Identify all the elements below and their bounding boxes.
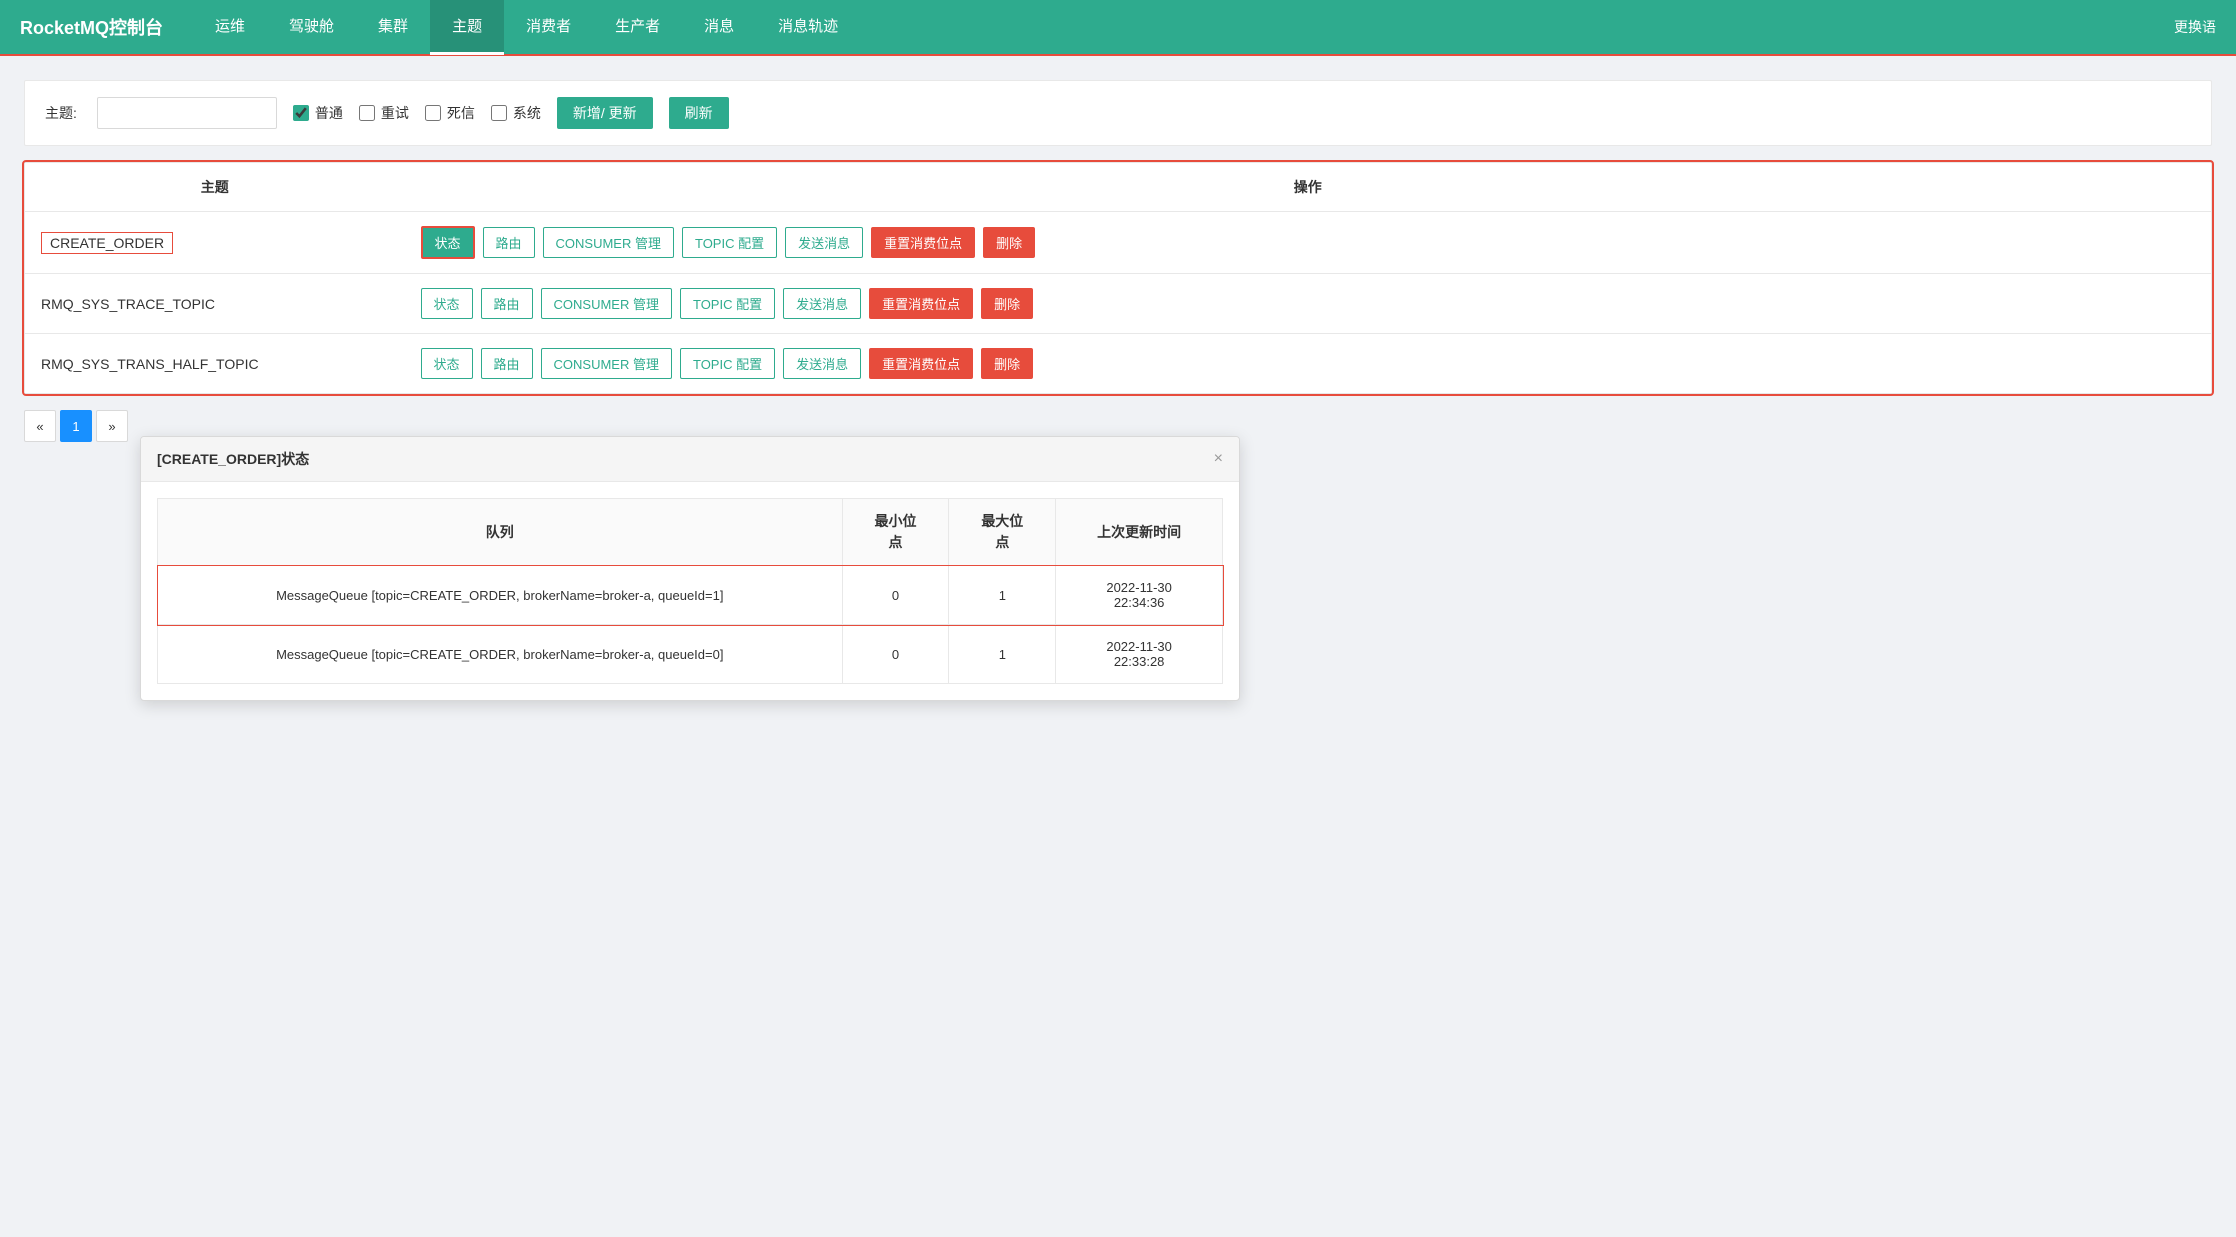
navbar-brand: RocketMQ控制台 [20, 14, 163, 40]
modal-table-row: MessageQueue [topic=CREATE_ORDER, broker… [158, 566, 1223, 625]
btn-删除[interactable]: 删除 [983, 227, 1035, 258]
checkbox-系统[interactable]: 系统 [491, 103, 541, 123]
topic-name: RMQ_SYS_TRANS_HALF_TOPIC [41, 356, 259, 372]
page-next-button[interactable]: » [96, 410, 128, 442]
filter-label: 主题: [45, 103, 77, 123]
modal-max-offset: 1 [949, 625, 1056, 684]
btn-重置消费位点[interactable]: 重置消费位点 [871, 227, 975, 258]
modal-last-update: 2022-11-30 22:33:28 [1056, 625, 1223, 684]
nav-item-producer[interactable]: 生产者 [593, 0, 682, 55]
checkbox-重试[interactable]: 重试 [359, 103, 409, 123]
btn-发送消息[interactable]: 发送消息 [785, 227, 863, 258]
filter-bar: 主题: 普通重试死信系统新增/ 更新 刷新 [24, 80, 2212, 146]
btn-CONSUMER_管理[interactable]: CONSUMER 管理 [541, 288, 672, 319]
topic-name: CREATE_ORDER [41, 232, 173, 254]
btn-CONSUMER_管理[interactable]: CONSUMER 管理 [543, 227, 674, 258]
nav-item-ops[interactable]: 运维 [193, 0, 267, 55]
btn-TOPIC_配置[interactable]: TOPIC 配置 [680, 288, 775, 319]
modal-table: 队列 最小位 点 最大位 点 上次更新时间 MessageQueue [topi… [157, 498, 1223, 684]
modal-col-update: 上次更新时间 [1056, 499, 1223, 566]
modal-queue-cell: MessageQueue [topic=CREATE_ORDER, broker… [158, 566, 843, 625]
table-row: RMQ_SYS_TRACE_TOPIC 状态路由 CONSUMER 管理 TOPIC … [25, 274, 2212, 334]
modal-table-row: MessageQueue [topic=CREATE_ORDER, broker… [158, 625, 1223, 684]
nav-item-message[interactable]: 消息 [682, 0, 756, 55]
modal-queue-cell: MessageQueue [topic=CREATE_ORDER, broker… [158, 625, 843, 684]
modal-last-update: 2022-11-30 22:34:36 [1056, 566, 1223, 625]
topic-table: 主题 操作 CREATE_ORDER状态路由CONSUMER 管理TOPIC 配… [24, 162, 2212, 394]
navbar-menu: 运维驾驶舱集群主题消费者生产者消息消息轨迹 [193, 0, 2174, 55]
modal-min-offset: 0 [842, 625, 949, 684]
main-content: 主题: 普通重试死信系统新增/ 更新 刷新 主题 操作 CREATE_ORDER… [0, 56, 2236, 1237]
nav-item-cluster[interactable]: 集群 [356, 0, 430, 55]
nav-item-topic[interactable]: 主题 [430, 0, 504, 55]
btn-发送消息[interactable]: 发送消息 [783, 348, 861, 379]
modal-title: [CREATE_ORDER]状态 [157, 449, 309, 469]
refresh-button[interactable]: 刷新 [669, 97, 729, 129]
checkbox-死信[interactable]: 死信 [425, 103, 475, 123]
navbar-lang-switch[interactable]: 更换语 [2174, 17, 2216, 37]
modal-min-offset: 0 [842, 566, 949, 625]
nav-item-consumer[interactable]: 消费者 [504, 0, 593, 55]
btn-路由[interactable]: 路由 [481, 348, 533, 379]
btn-status-active[interactable]: 状态 [421, 226, 475, 259]
table-header-action: 操作 [405, 163, 2212, 212]
action-buttons: 状态路由 CONSUMER 管理 TOPIC 配置发送消息重置消费位点删除 [421, 288, 2196, 319]
btn-重置消费位点[interactable]: 重置消费位点 [869, 348, 973, 379]
modal-header: [CREATE_ORDER]状态 × [141, 437, 1239, 482]
add-update-button[interactable]: 新增/ 更新 [557, 97, 653, 129]
modal-close-button[interactable]: × [1214, 451, 1223, 467]
action-buttons: 状态路由 CONSUMER 管理 TOPIC 配置发送消息重置消费位点删除 [421, 348, 2196, 379]
nav-item-dashboard[interactable]: 驾驶舱 [267, 0, 356, 55]
modal-col-max: 最大位 点 [949, 499, 1056, 566]
btn-删除[interactable]: 删除 [981, 288, 1033, 319]
page-prev-button[interactable]: « [24, 410, 56, 442]
modal-max-offset: 1 [949, 566, 1056, 625]
btn-TOPIC_配置[interactable]: TOPIC 配置 [680, 348, 775, 379]
btn-路由[interactable]: 路由 [481, 288, 533, 319]
btn-CONSUMER_管理[interactable]: CONSUMER 管理 [541, 348, 672, 379]
btn-TOPIC_配置[interactable]: TOPIC 配置 [682, 227, 777, 258]
btn-发送消息[interactable]: 发送消息 [783, 288, 861, 319]
action-buttons: 状态路由 CONSUMER 管理 TOPIC 配置发送消息重置消费位点删除 [421, 226, 2196, 259]
checkbox-普通[interactable]: 普通 [293, 103, 343, 123]
modal-col-min: 最小位 点 [842, 499, 949, 566]
modal-body: 队列 最小位 点 最大位 点 上次更新时间 MessageQueue [topi… [141, 482, 1239, 700]
table-header-topic: 主题 [25, 163, 405, 212]
table-row: CREATE_ORDER 状态路由 CONSUMER 管理 TOPIC 配置发送消息重… [25, 212, 2212, 274]
btn-删除[interactable]: 删除 [981, 348, 1033, 379]
topic-search-input[interactable] [97, 97, 277, 129]
table-row: RMQ_SYS_TRANS_HALF_TOPIC 状态路由 CONSUMER 管理 T… [25, 334, 2212, 394]
btn-状态[interactable]: 状态 [421, 348, 473, 379]
btn-状态[interactable]: 状态 [421, 288, 473, 319]
nav-item-trace[interactable]: 消息轨迹 [756, 0, 860, 55]
page-1-button[interactable]: 1 [60, 410, 92, 442]
modal-col-queue: 队列 [158, 499, 843, 566]
topic-name: RMQ_SYS_TRACE_TOPIC [41, 296, 215, 312]
status-modal: [CREATE_ORDER]状态 × 队列 最小位 点 最大位 点 上次更新时间 [140, 436, 1240, 701]
btn-重置消费位点[interactable]: 重置消费位点 [869, 288, 973, 319]
navbar: RocketMQ控制台 运维驾驶舱集群主题消费者生产者消息消息轨迹 更换语 [0, 0, 2236, 56]
btn-路由[interactable]: 路由 [483, 227, 535, 258]
